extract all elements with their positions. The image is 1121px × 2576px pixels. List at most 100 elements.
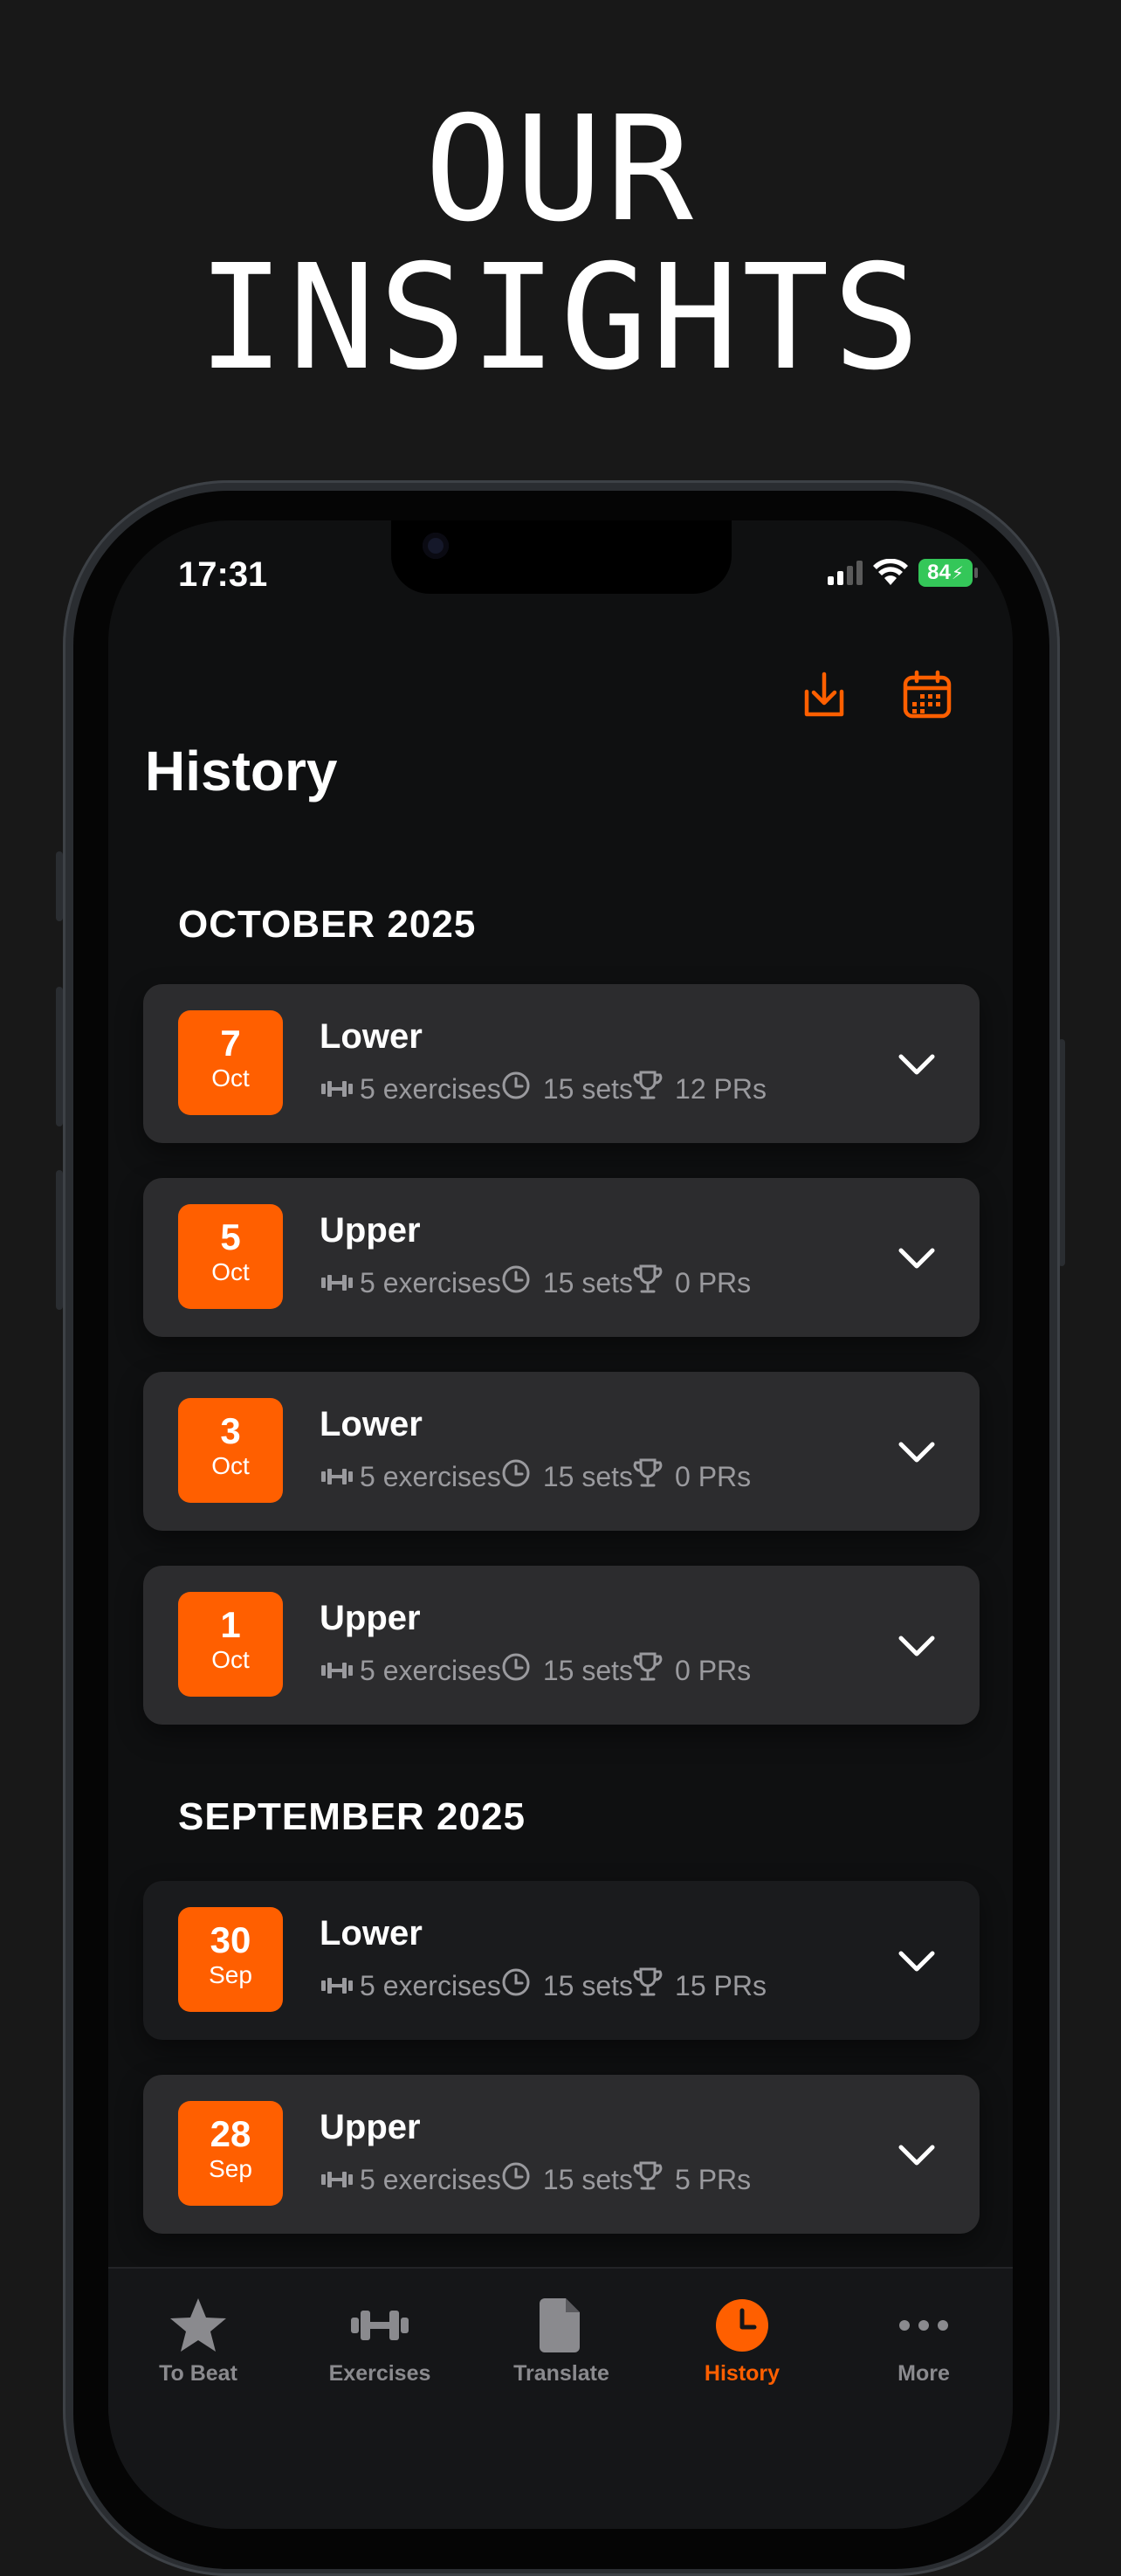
dumbbell-icon: [320, 1461, 354, 1493]
dumbbell-icon: [320, 1073, 354, 1105]
page-title: History: [145, 740, 338, 802]
tab-more[interactable]: More: [836, 2295, 1011, 2387]
dumbbell-icon: [320, 1267, 354, 1299]
section-label: SEPTEMBER 2025: [178, 1795, 526, 1838]
dumbbell-icon: [292, 2295, 467, 2356]
exercise-count: 5 exercises: [360, 1072, 501, 1105]
date-badge: 5 Oct: [178, 1204, 283, 1309]
date-badge: 3 Oct: [178, 1398, 283, 1503]
set-count: 15 sets: [542, 1072, 634, 1105]
pr-count: 0 PRs: [675, 1654, 752, 1686]
volume-up-button: [56, 987, 63, 1126]
clock-icon: [501, 1264, 531, 1301]
silent-switch: [56, 851, 63, 921]
date-month: Oct: [211, 1646, 250, 1673]
workout-stats: 5 exercises 15 sets 0 PRs: [320, 1651, 751, 1690]
chevron-down-icon[interactable]: [896, 1043, 938, 1085]
tab-history[interactable]: History: [655, 2295, 829, 2387]
workout-name: Lower: [320, 1405, 423, 1443]
pr-count: 15 PRs: [675, 1969, 767, 2001]
pr-count: 0 PRs: [675, 1460, 752, 1492]
battery-icon: 84 ⚡: [918, 559, 978, 587]
download-icon[interactable]: [798, 669, 850, 721]
set-count: 15 sets: [542, 1460, 634, 1492]
tab-label: Translate: [513, 2361, 609, 2386]
pr-count: 5 PRs: [675, 2163, 752, 2195]
workout-stats: 5 exercises 15 sets 0 PRs: [320, 1457, 751, 1496]
calendar-icon[interactable]: [901, 669, 953, 721]
date-day: 28: [210, 2113, 251, 2154]
date-month: Oct: [211, 1258, 250, 1285]
workout-name: Lower: [320, 1914, 423, 1953]
date-month: Sep: [209, 2155, 252, 2182]
date-day: 7: [220, 1023, 241, 1064]
signal-icon: [828, 561, 863, 585]
chevron-down-icon[interactable]: [896, 1237, 938, 1279]
workout-stats: 5 exercises 15 sets 15 PRs: [320, 1966, 767, 2005]
tab-label: To Beat: [159, 2361, 237, 2386]
volume-down-button: [56, 1170, 63, 1310]
exercise-count: 5 exercises: [360, 1654, 501, 1686]
tab-exercises[interactable]: Exercises: [292, 2295, 467, 2387]
workout-card[interactable]: 5 Oct Upper 5 exercises 15 sets 0 PRs: [143, 1178, 980, 1337]
workout-stats: 5 exercises 15 sets 0 PRs: [320, 1264, 751, 1302]
trophy-icon: [633, 1651, 663, 1690]
front-camera: [423, 533, 449, 559]
workout-card[interactable]: 28 Sep Upper 5 exercises 15 sets 5 PRs: [143, 2075, 980, 2234]
date-month: Oct: [211, 1452, 250, 1479]
star-icon: [111, 2295, 285, 2356]
date-day: 3: [220, 1410, 241, 1451]
date-day: 1: [220, 1604, 241, 1645]
chevron-down-icon[interactable]: [896, 1940, 938, 1982]
date-day: 5: [220, 1216, 241, 1257]
phone-screen: 17:31 84 ⚡ History OCTOBER 2025 7 Oct Lower 5…: [108, 520, 1013, 2529]
ellipsis-icon: [836, 2295, 1011, 2356]
workout-card[interactable]: 30 Sep Lower 5 exercises 15 sets 15 PRs: [143, 1881, 980, 2040]
trophy-icon: [633, 2160, 663, 2199]
clock-icon: [501, 1967, 531, 2004]
set-count: 15 sets: [542, 1969, 634, 2001]
tab-label: History: [704, 2361, 781, 2386]
trophy-icon: [633, 1070, 663, 1108]
chevron-down-icon[interactable]: [896, 2134, 938, 2176]
clock-icon: [501, 2161, 531, 2198]
date-badge: 28 Sep: [178, 2101, 283, 2206]
headline: OUR INSIGHTS: [0, 96, 1121, 393]
tab-label: Exercises: [328, 2361, 431, 2386]
clock-icon: [501, 1458, 531, 1495]
wifi-icon: [873, 559, 908, 585]
chevron-down-icon[interactable]: [896, 1431, 938, 1473]
exercise-count: 5 exercises: [360, 1969, 501, 2001]
date-badge: 30 Sep: [178, 1907, 283, 2012]
date-day: 30: [210, 1919, 251, 1960]
date-badge: 1 Oct: [178, 1592, 283, 1697]
chevron-down-icon[interactable]: [896, 1625, 938, 1667]
pr-count: 12 PRs: [675, 1072, 767, 1105]
set-count: 15 sets: [542, 1654, 634, 1686]
clock-icon: [501, 1071, 531, 1107]
tab-label: More: [897, 2361, 950, 2386]
trophy-icon: [633, 1457, 663, 1496]
status-time: 17:31: [178, 555, 268, 594]
tab-to-beat[interactable]: To Beat: [111, 2295, 285, 2387]
trophy-icon: [633, 1264, 663, 1302]
section-label: OCTOBER 2025: [178, 903, 477, 946]
workout-card[interactable]: 7 Oct Lower 5 exercises 15 sets 12 PRs: [143, 984, 980, 1143]
status-icons: 84 ⚡: [828, 559, 978, 587]
document-icon: [474, 2295, 649, 2356]
tab-translate[interactable]: Translate: [474, 2295, 649, 2387]
dumbbell-icon: [320, 1970, 354, 2002]
set-count: 15 sets: [542, 1266, 634, 1298]
exercise-count: 5 exercises: [360, 2163, 501, 2195]
date-badge: 7 Oct: [178, 1010, 283, 1115]
workout-card[interactable]: 3 Oct Lower 5 exercises 15 sets 0 PRs: [143, 1372, 980, 1531]
pr-count: 0 PRs: [675, 1266, 752, 1298]
tab-bar: To Beat Exercises Translate History More: [108, 2267, 1013, 2529]
workout-card[interactable]: 1 Oct Upper 5 exercises 15 sets 0 PRs: [143, 1566, 980, 1725]
exercise-count: 5 exercises: [360, 1460, 501, 1492]
clock-icon: [501, 1652, 531, 1689]
headline-line-1: OUR: [424, 86, 697, 254]
workout-stats: 5 exercises 15 sets 12 PRs: [320, 1070, 767, 1108]
notch: [391, 520, 732, 594]
headline-line-2: INSIGHTS: [197, 234, 924, 403]
